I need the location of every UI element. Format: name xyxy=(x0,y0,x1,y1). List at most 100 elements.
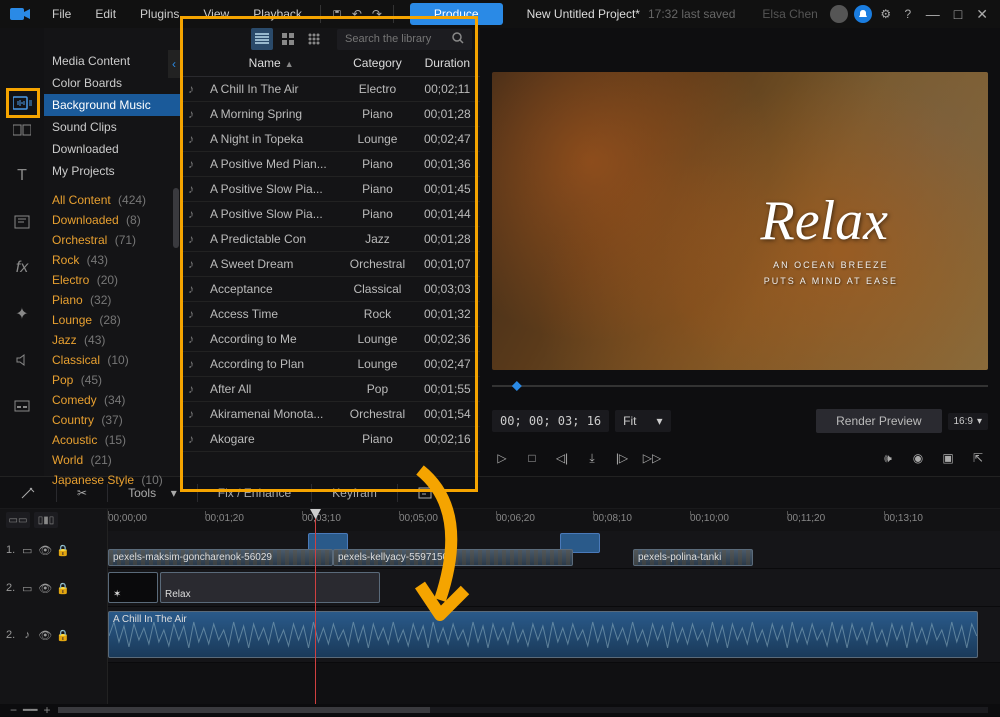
search-field[interactable] xyxy=(337,29,472,50)
menu-playback[interactable]: Playback xyxy=(243,3,312,25)
preview-viewport[interactable]: Relax AN OCEAN BREEZE PUTS A MIND AT EAS… xyxy=(492,72,988,370)
help-icon[interactable]: ? xyxy=(900,6,916,22)
search-input[interactable] xyxy=(345,33,448,45)
lock-icon[interactable]: 🔒 xyxy=(57,582,69,594)
column-name[interactable]: Name xyxy=(249,56,281,70)
track-row[interactable]: ♪After AllPop00;01;55 xyxy=(180,377,480,402)
filter-item[interactable]: Jazz (43) xyxy=(44,330,180,350)
column-category[interactable]: Category xyxy=(340,50,414,77)
scrub-handle[interactable] xyxy=(512,381,522,391)
video-clip[interactable]: pexels-maksim-goncharenok-56029 xyxy=(108,549,333,566)
timeline-ruler[interactable]: 00;00;0000;01;2000;03;1000;05;0000;06;20… xyxy=(108,509,1000,531)
subtitle-icon[interactable] xyxy=(10,394,34,418)
filter-item[interactable]: Country (37) xyxy=(44,410,180,430)
filter-item[interactable]: Classical (10) xyxy=(44,350,180,370)
track-row[interactable]: ♪A Morning SpringPiano00;01;28 xyxy=(180,102,480,127)
filter-item[interactable]: Piano (32) xyxy=(44,290,180,310)
title-clip[interactable]: ✶ xyxy=(108,572,158,603)
filter-item[interactable]: Rock (43) xyxy=(44,250,180,270)
render-preview-button[interactable]: Render Preview xyxy=(816,409,941,433)
track-row[interactable]: ♪AcceptanceClassical00;03;03 xyxy=(180,277,480,302)
track-row[interactable]: ♪A Night in TopekaLounge00;02;47 xyxy=(180,127,480,152)
filter-item[interactable]: Orchestral (71) xyxy=(44,230,180,250)
audio-icon[interactable] xyxy=(10,348,34,372)
track-mode-a-icon[interactable]: ▭▭ xyxy=(6,512,30,528)
chapter-icon[interactable] xyxy=(10,210,34,234)
track-row[interactable]: ♪A Positive Slow Pia...Piano00;01;45 xyxy=(180,177,480,202)
audio-track[interactable]: A Chill In The Air xyxy=(108,607,1000,663)
audio-clip[interactable]: A Chill In The Air xyxy=(108,611,978,658)
menu-view[interactable]: View xyxy=(193,3,239,25)
transition-icon[interactable] xyxy=(10,118,34,142)
visible-icon[interactable]: 👁 xyxy=(39,544,51,556)
minimize-icon[interactable]: — xyxy=(922,4,944,24)
zoom-slider[interactable]: ━━ xyxy=(23,703,37,717)
redo-icon[interactable]: ↷ xyxy=(369,6,385,22)
filter-item[interactable]: All Content (424) xyxy=(44,190,180,210)
track-header-2[interactable]: 2. ▭ 👁 🔒 xyxy=(0,569,107,607)
video-clip[interactable]: pexels-kellyacy-5597150 xyxy=(333,549,573,566)
gear-icon[interactable]: ⚙ xyxy=(878,6,894,22)
column-duration[interactable]: Duration xyxy=(415,50,480,77)
media-room-icon[interactable] xyxy=(6,88,40,118)
visible-icon[interactable]: 👁 xyxy=(39,582,51,594)
filter-item[interactable]: Japanese Style (10) xyxy=(44,470,180,490)
track-row[interactable]: ♪According to MeLounge00;02;36 xyxy=(180,327,480,352)
zoom-in-icon[interactable]: + xyxy=(43,703,50,717)
scroll-thumb[interactable] xyxy=(58,707,430,713)
timeline-tracks[interactable]: 00;00;0000;01;2000;03;1000;05;0000;06;20… xyxy=(108,509,1000,704)
menu-edit[interactable]: Edit xyxy=(85,3,126,25)
fx-icon[interactable]: fx xyxy=(10,256,34,280)
snapshot-icon[interactable]: ◉ xyxy=(908,448,928,468)
user-avatar-icon[interactable] xyxy=(830,5,848,23)
fast-forward-icon[interactable]: ▷▷ xyxy=(642,448,662,468)
track-row[interactable]: ♪Access TimeRock00;01;32 xyxy=(180,302,480,327)
search-icon[interactable] xyxy=(452,32,464,47)
prev-frame-icon[interactable]: ◁| xyxy=(552,448,572,468)
razor-icon[interactable] xyxy=(12,482,44,504)
track-row[interactable]: ♪A Predictable ConJazz00;01;28 xyxy=(180,227,480,252)
category-item[interactable]: Media Content xyxy=(44,50,180,72)
preview-scrubber[interactable] xyxy=(492,378,988,394)
track-row[interactable]: ♪A Positive Med Pian...Piano00;01;36 xyxy=(180,152,480,177)
filter-item[interactable]: World (21) xyxy=(44,450,180,470)
zoom-fit-select[interactable]: Fit▾ xyxy=(615,410,670,432)
track-header-3[interactable]: 2. ♪ 👁 🔒 xyxy=(0,607,107,663)
grid-view-icon[interactable] xyxy=(277,28,299,50)
track-row[interactable]: ♪According to PlanLounge00;02;47 xyxy=(180,352,480,377)
undo-icon[interactable]: ↶ xyxy=(349,6,365,22)
category-item[interactable]: Downloaded xyxy=(44,138,180,160)
collapse-panel-icon[interactable]: ‹ xyxy=(168,50,180,78)
playhead[interactable] xyxy=(315,509,316,704)
timeline-scrollbar[interactable]: − ━━ + xyxy=(0,704,1000,716)
filter-item[interactable]: Pop (45) xyxy=(44,370,180,390)
category-item[interactable]: Color Boards xyxy=(44,72,180,94)
lock-icon[interactable]: 🔒 xyxy=(57,544,69,556)
visible-icon[interactable]: 👁 xyxy=(39,629,51,641)
filter-item[interactable]: Downloaded (8) xyxy=(44,210,180,230)
track-row[interactable]: ♪A Sweet DreamOrchestral00;01;07 xyxy=(180,252,480,277)
aspect-ratio-select[interactable]: 16:9▾ xyxy=(948,413,989,430)
track-row[interactable]: ♪AkogarePiano00;02;16 xyxy=(180,427,480,452)
volume-icon[interactable]: 🕪 xyxy=(878,448,898,468)
close-icon[interactable]: ✕ xyxy=(972,4,992,25)
scrollbar[interactable] xyxy=(173,188,179,248)
title-icon[interactable]: T xyxy=(10,164,34,188)
category-item[interactable]: My Projects xyxy=(44,160,180,182)
title-clip[interactable]: Relax xyxy=(160,572,380,603)
zoom-out-icon[interactable]: − xyxy=(10,703,17,717)
notification-icon[interactable] xyxy=(854,5,872,23)
crop-icon[interactable]: ▣ xyxy=(938,448,958,468)
popout-icon[interactable]: ⇱ xyxy=(968,448,988,468)
category-item[interactable]: Sound Clips xyxy=(44,116,180,138)
track-row[interactable]: ♪Akiramenai Monota...Orchestral00;01;54 xyxy=(180,402,480,427)
filter-item[interactable]: Comedy (34) xyxy=(44,390,180,410)
seek-icon[interactable]: ⤓ xyxy=(582,448,602,468)
menu-plugins[interactable]: Plugins xyxy=(130,3,189,25)
filter-item[interactable]: Acoustic (15) xyxy=(44,430,180,450)
video-clip[interactable]: pexels-polina-tanki xyxy=(633,549,753,566)
filter-item[interactable]: Electro (20) xyxy=(44,270,180,290)
menu-file[interactable]: File xyxy=(42,3,81,25)
filter-item[interactable]: Lounge (28) xyxy=(44,310,180,330)
particle-icon[interactable]: ✦ xyxy=(10,302,34,326)
